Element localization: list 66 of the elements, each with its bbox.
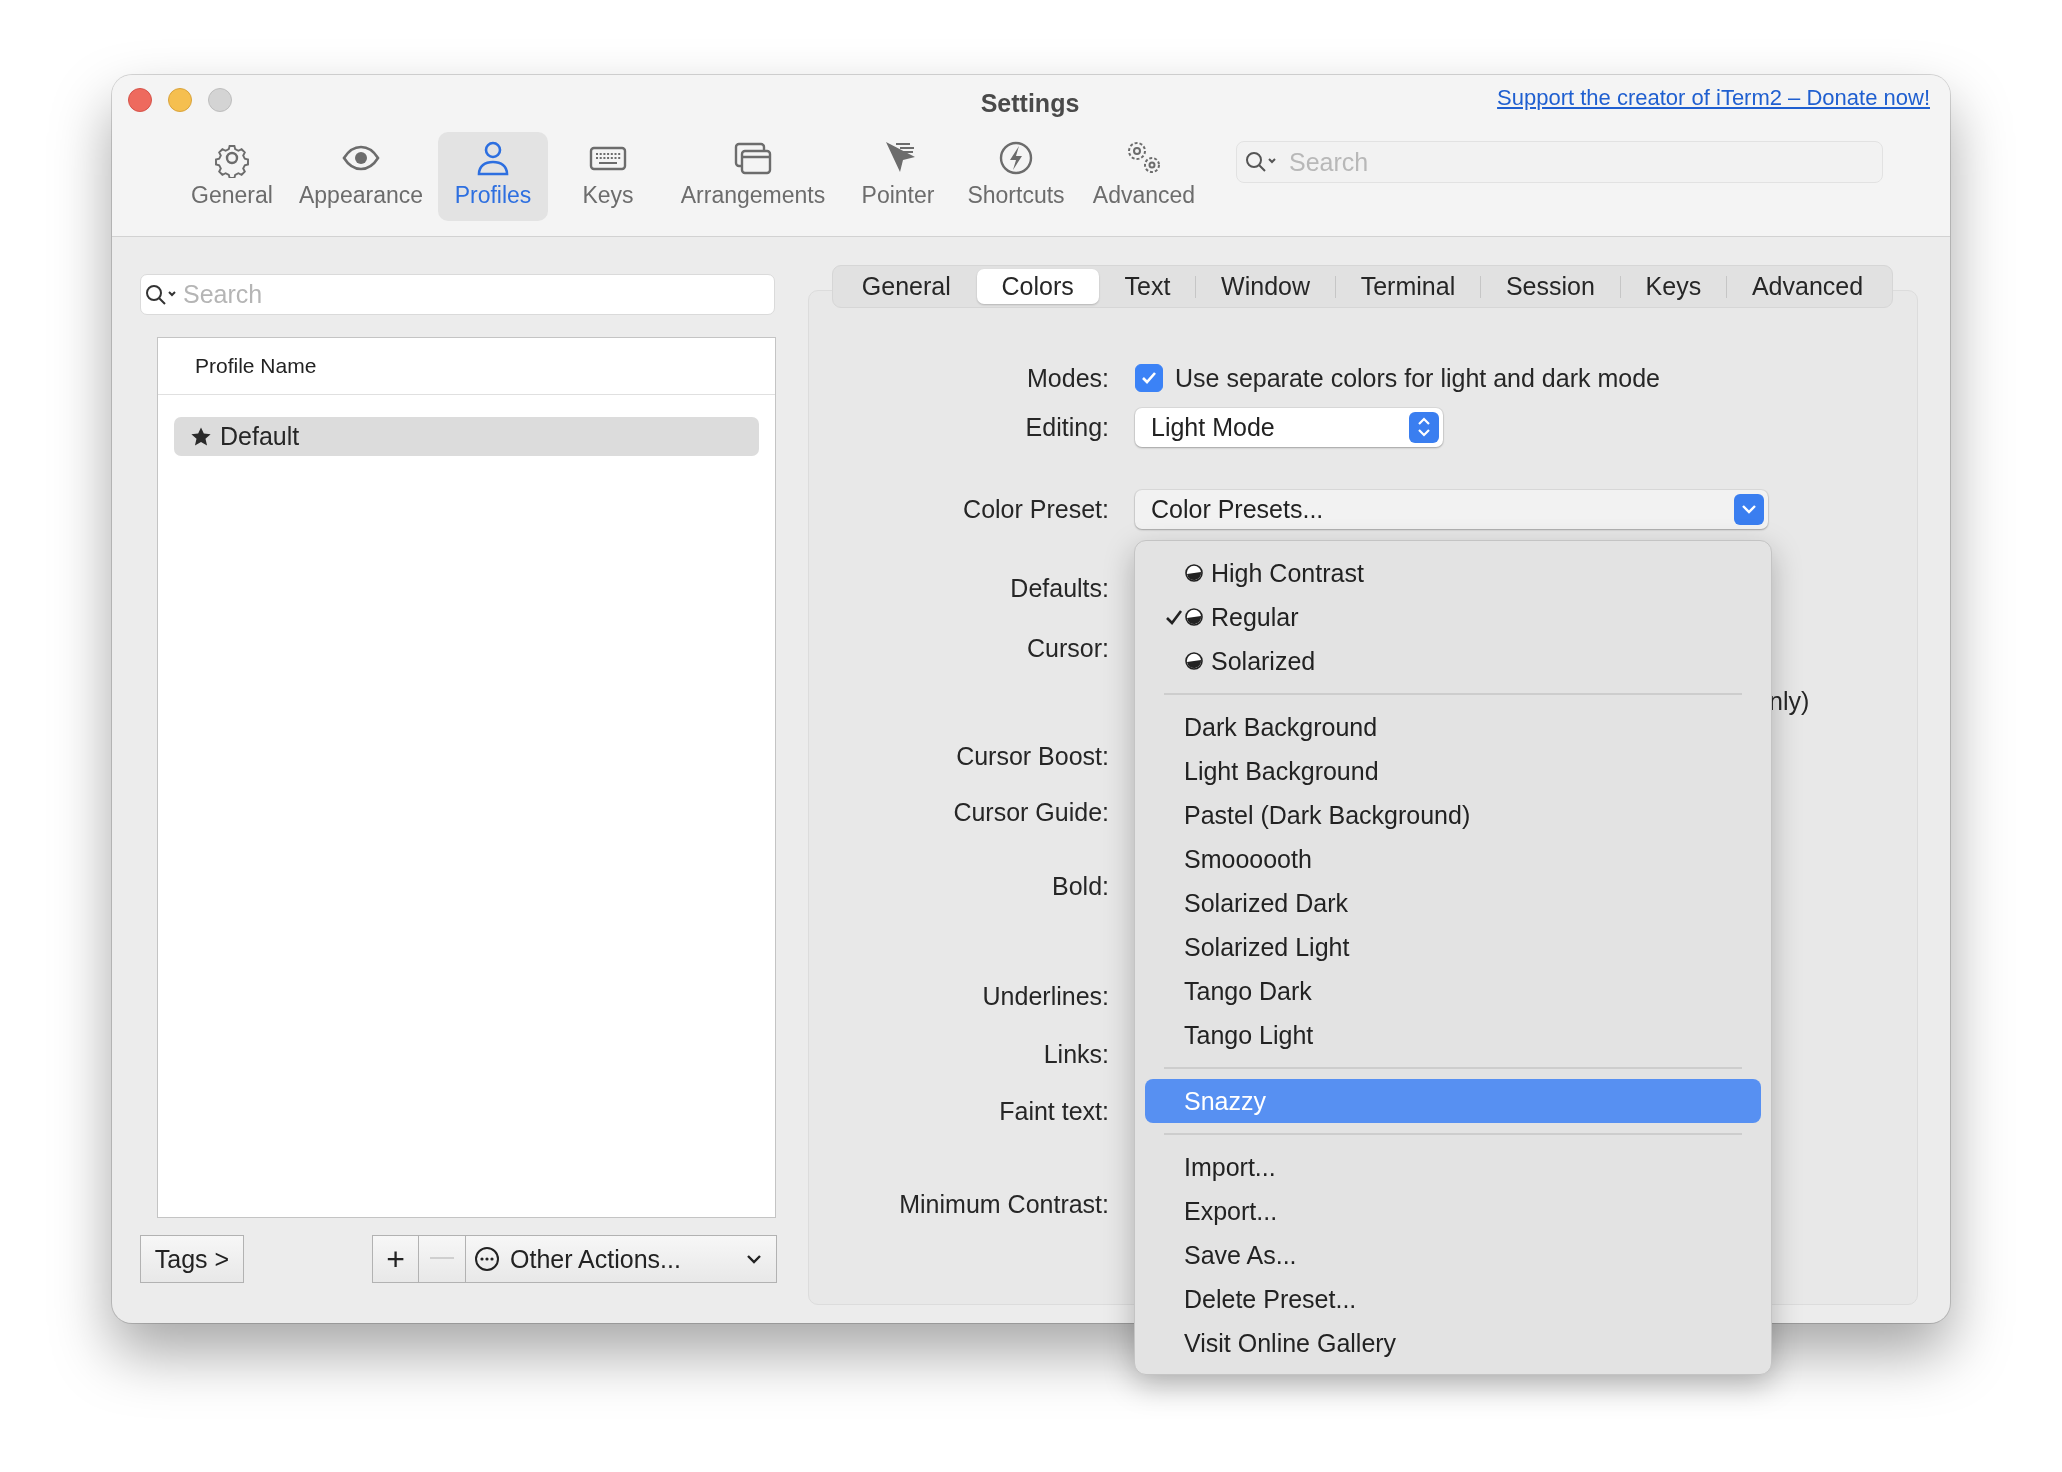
- field-label: Bold:: [1051, 871, 1109, 901]
- toolbar-tab[interactable]: Advanced: [1086, 132, 1202, 221]
- checkbox[interactable]: [1135, 364, 1163, 392]
- tab[interactable]: General: [837, 269, 976, 304]
- minimize-button[interactable]: [168, 88, 192, 112]
- window-title: Settings: [979, 89, 1081, 118]
- profile-row[interactable]: Default: [174, 417, 759, 456]
- menu-item[interactable]: High Contrast: [1145, 551, 1761, 595]
- menu-item[interactable]: Regular: [1145, 595, 1761, 639]
- donate-link[interactable]: Support the creator of iTerm2 – Donate now!: [1497, 85, 1930, 111]
- menu-item[interactable]: Tango Light: [1145, 1013, 1761, 1057]
- tab[interactable]: Advanced: [1727, 269, 1888, 304]
- menu-item[interactable]: Tango Dark: [1145, 969, 1761, 1013]
- field-label: Minimum Contrast:: [898, 1189, 1109, 1219]
- tab[interactable]: Window: [1196, 269, 1335, 304]
- toolbar-tab[interactable]: Appearance: [296, 132, 426, 221]
- menu-item[interactable]: Dark Background: [1145, 705, 1761, 749]
- menu-item[interactable]: Save As...: [1145, 1233, 1761, 1277]
- tab[interactable]: Keys: [1620, 269, 1727, 304]
- menu-item[interactable]: Export...: [1145, 1189, 1761, 1233]
- menu-item[interactable]: Solarized: [1145, 639, 1761, 683]
- menu-item[interactable]: Import...: [1145, 1145, 1761, 1189]
- tab[interactable]: Text: [1099, 269, 1196, 304]
- field-label: Underlines:: [981, 981, 1109, 1011]
- tab[interactable]: Colors: [976, 269, 1099, 304]
- menu-item[interactable]: Light Background: [1145, 749, 1761, 793]
- toolbar-tab[interactable]: Arrangements: [668, 132, 838, 221]
- menu-item[interactable]: Solarized Light: [1145, 925, 1761, 969]
- field-label: Cursor:: [1026, 633, 1109, 663]
- toolbar-tab[interactable]: General: [180, 132, 284, 221]
- stepper-icon: [1409, 411, 1439, 443]
- menu-item[interactable]: Smoooooth: [1145, 837, 1761, 881]
- menu-item[interactable]: Delete Preset...: [1145, 1277, 1761, 1321]
- profile-name: Default: [220, 422, 300, 451]
- field-label: Editing:: [1024, 412, 1109, 442]
- mode-popup[interactable]: Light Mode: [1135, 407, 1443, 447]
- chevron-down-icon: [746, 1254, 762, 1264]
- field-label: Defaults:: [1009, 573, 1109, 603]
- chevron-down-icon: [1734, 493, 1764, 525]
- tab[interactable]: Session: [1481, 269, 1620, 304]
- other-actions-button[interactable]: Other Actions...: [466, 1235, 777, 1283]
- add-button[interactable]: +: [372, 1235, 419, 1283]
- field-label: Cursor Guide:: [952, 797, 1109, 827]
- menu-item[interactable]: Solarized Dark: [1145, 881, 1761, 925]
- minus-icon: [430, 1257, 454, 1261]
- column-header: Profile Name: [195, 354, 317, 378]
- field-label: Color Preset:: [962, 494, 1109, 524]
- search-field[interactable]: Search: [1236, 141, 1883, 183]
- zoom-button[interactable]: [208, 88, 232, 112]
- field-label: Cursor Boost:: [955, 741, 1109, 771]
- field-label: Faint text:: [998, 1096, 1109, 1126]
- toolbar-tab[interactable]: Profiles: [438, 132, 548, 221]
- toolbar-tab[interactable]: Keys: [560, 132, 656, 221]
- menu-item[interactable]: Visit Online Gallery: [1145, 1321, 1761, 1365]
- field-label: Modes:: [1026, 363, 1109, 393]
- tab[interactable]: Terminal: [1335, 269, 1481, 304]
- color-preset-popup[interactable]: Color Presets...: [1135, 489, 1768, 529]
- tags-button[interactable]: Tags >: [140, 1235, 244, 1283]
- profile-search-field[interactable]: Search: [140, 274, 775, 315]
- toolbar-tab[interactable]: Shortcuts: [958, 132, 1074, 221]
- toolbar-tab[interactable]: Pointer: [850, 132, 946, 221]
- checkbox-label: Use separate colors for light and dark mode: [1175, 363, 1660, 393]
- close-button[interactable]: [128, 88, 152, 112]
- menu-item[interactable]: Pastel (Dark Background): [1145, 793, 1761, 837]
- field-label: Links:: [1042, 1039, 1109, 1069]
- ellipsis-icon: [474, 1246, 500, 1272]
